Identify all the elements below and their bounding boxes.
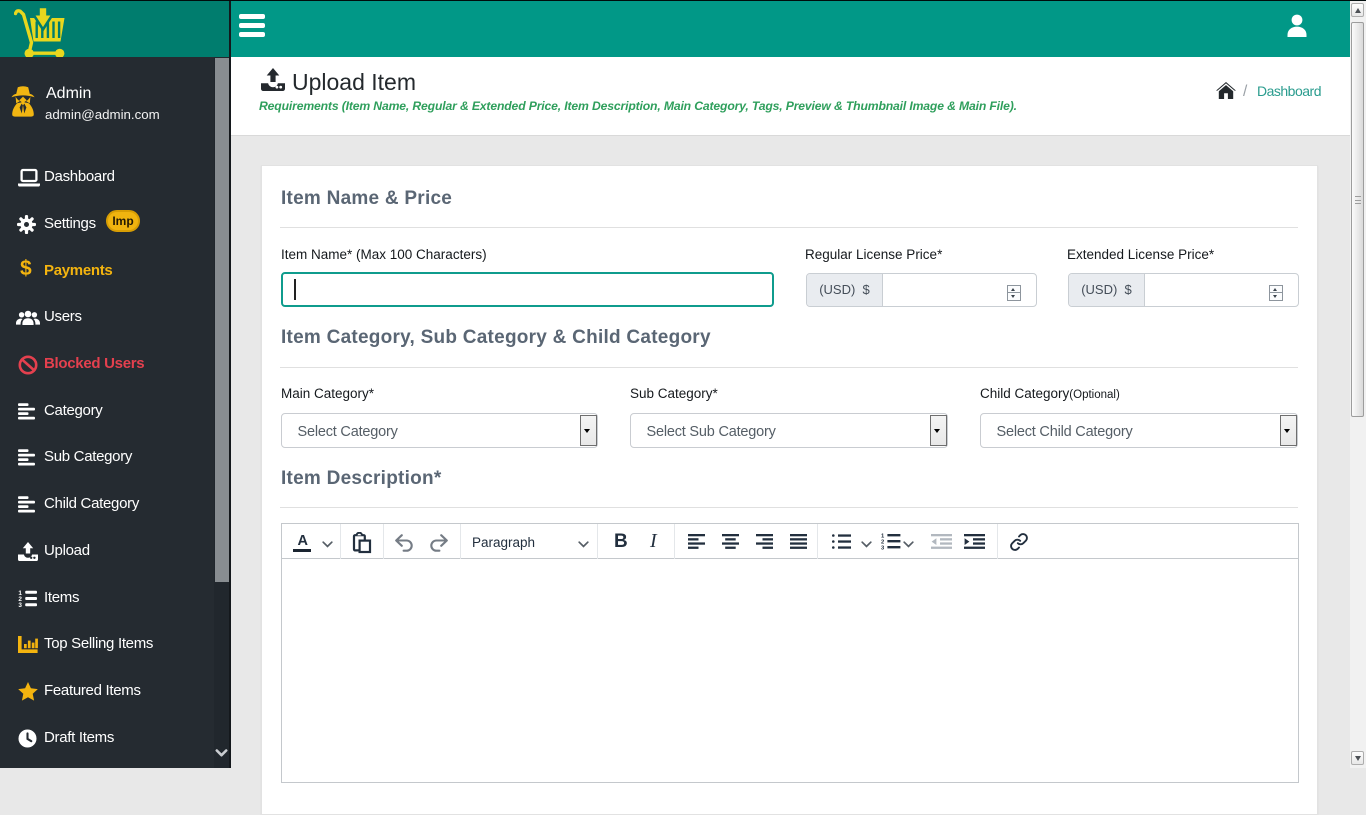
svg-text:3: 3: [18, 602, 22, 607]
svg-text:3: 3: [881, 546, 885, 550]
